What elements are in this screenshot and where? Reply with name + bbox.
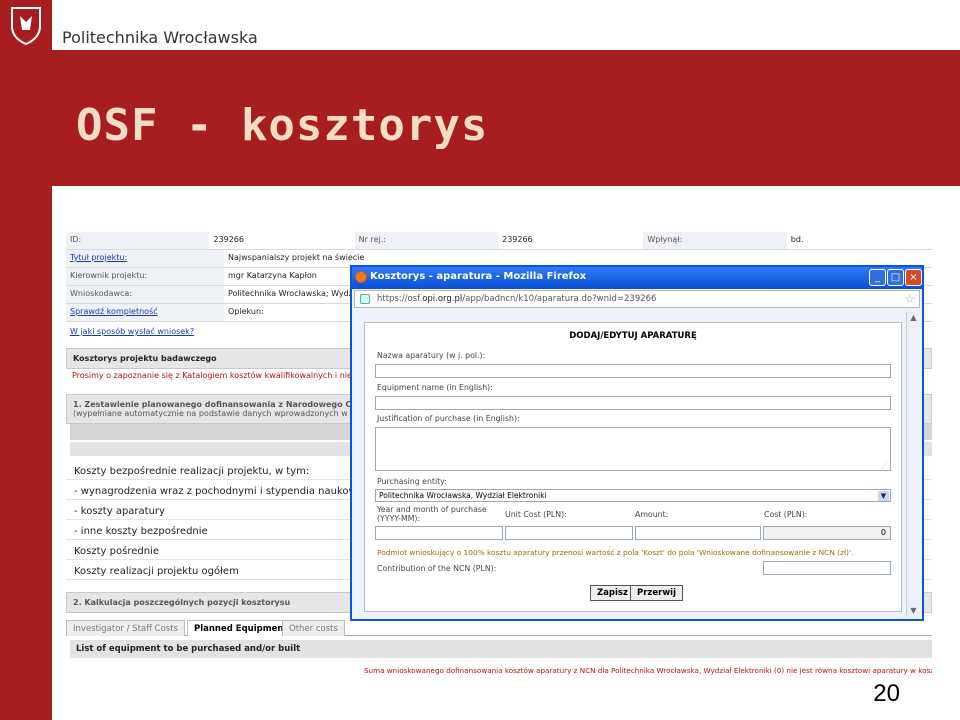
how-to-send-link[interactable]: W jaki sposób wysłać wniosek?	[70, 327, 194, 336]
url-bar[interactable]: https://osf.opi.org.pl/app/badncn/k10/ap…	[354, 290, 920, 308]
equipment-name-en-input[interactable]	[375, 396, 891, 410]
year-month-label-line2: (YYYY-MM):	[377, 514, 421, 523]
id-value: 239266	[213, 235, 244, 244]
received-label: Wpłynął:	[643, 232, 787, 249]
scroll-up-icon[interactable]: ▲	[909, 313, 918, 322]
resize-handle-icon[interactable]: ⋰	[881, 461, 888, 469]
tab-staff-costs[interactable]: Investigator / Staff Costs	[66, 620, 185, 636]
save-button[interactable]: Zapisz	[590, 585, 635, 601]
equipment-name-pl-input[interactable]	[375, 364, 891, 378]
popup-titlebar[interactable]: Kosztorys - aparatura - Mozilla Firefox	[352, 267, 922, 289]
nr-rej-value: 239266	[502, 235, 533, 244]
popup-scrollbar[interactable]: ▲ ▼	[906, 311, 920, 617]
ncn-contribution-input[interactable]	[763, 561, 891, 575]
firefox-popup-window: Kosztorys - aparatura - Mozilla Firefox …	[350, 265, 924, 621]
unit-cost-input[interactable]	[505, 526, 633, 540]
slide: Politechnika Wrocławska OSF - kosztorys …	[0, 0, 960, 720]
name-en-label: Equipment name (in English):	[377, 383, 493, 392]
amount-label: Amount:	[635, 510, 669, 519]
justification-label: Justification of purchase (in English):	[377, 414, 520, 423]
maximize-icon[interactable]: □	[887, 269, 904, 286]
university-name: Politechnika Wrocławska	[62, 28, 258, 47]
form-title: DODAJ/EDYTUJ APARATURĘ	[569, 331, 697, 341]
logo-bar: Politechnika Wrocławska	[0, 0, 960, 50]
equipment-list-header: List of equipment to be purchased and/or…	[70, 640, 932, 658]
tab-other-costs[interactable]: Other costs	[282, 620, 345, 636]
university-crest-icon	[0, 0, 52, 50]
popup-window-title: Kosztorys - aparatura - Mozilla Firefox	[370, 271, 587, 282]
minimize-icon[interactable]: _	[869, 269, 886, 286]
full-cost-note: Podmiot wnioskujący o 100% kosztu aparat…	[377, 548, 854, 557]
check-completeness-link[interactable]: Sprawdź kompletność	[66, 304, 224, 321]
close-icon[interactable]: ×	[905, 269, 922, 286]
project-info-row: ID: 239266 Nr rej.: 239266 Wpłynął: bd.	[66, 232, 932, 250]
purchasing-entity-select[interactable]: Politechnika Wrocławska, Wydział Elektro…	[375, 489, 891, 502]
year-month-label: Year and month of purchase (YYYY-MM):	[377, 505, 487, 523]
project-title-link[interactable]: Tytuł projektu:	[66, 250, 224, 267]
slide-title: OSF - kosztorys	[76, 100, 489, 151]
purchasing-entity-value: Politechnika Wrocławska, Wydział Elektro…	[379, 491, 547, 500]
year-month-label-line1: Year and month of purchase	[377, 505, 487, 514]
tab-planned-equipment[interactable]: Planned Equipment	[187, 620, 295, 636]
site-identity-icon	[360, 294, 370, 304]
url-prefix: https://osf.	[377, 294, 423, 304]
equipment-form: DODAJ/EDYTUJ APARATURĘ Nazwa aparatury (…	[364, 322, 902, 612]
cost-value-field: 0	[763, 526, 891, 540]
name-pl-label: Nazwa aparatury (w j. pol.):	[377, 351, 486, 360]
equipment-sum-warning: Suma wnioskowanego dofinansowania kosztó…	[364, 666, 932, 675]
firefox-icon	[355, 271, 367, 283]
left-stripe	[0, 50, 52, 720]
cost-label: Cost (PLN):	[764, 510, 808, 519]
id-label: ID:	[66, 232, 210, 249]
entity-label: Purchasing entity:	[377, 477, 447, 486]
url-host: opi.org.pl	[422, 294, 463, 304]
justification-textarea[interactable]: ⋰	[375, 427, 891, 471]
chevron-down-icon: ▼	[878, 491, 889, 501]
scroll-down-icon[interactable]: ▼	[909, 606, 918, 615]
year-month-input[interactable]	[375, 526, 503, 540]
url-path: /app/badncn/k10/aparatura.do?wnId=239266	[462, 294, 657, 304]
cancel-button[interactable]: Przerwij	[630, 585, 684, 601]
contribution-label: Contribution of the NCN (PLN):	[377, 564, 497, 573]
amount-input[interactable]	[635, 526, 761, 540]
manager-label: Kierownik projektu:	[66, 268, 224, 285]
received-value: bd.	[790, 235, 804, 244]
page-number: 20	[873, 680, 900, 707]
bookmark-star-icon[interactable]: ☆	[904, 292, 915, 306]
nr-rej-label: Nr rej.:	[354, 232, 499, 249]
unit-cost-label: Unit Cost (PLN):	[505, 510, 567, 519]
applicant-label: Wnioskodawca:	[66, 286, 224, 303]
